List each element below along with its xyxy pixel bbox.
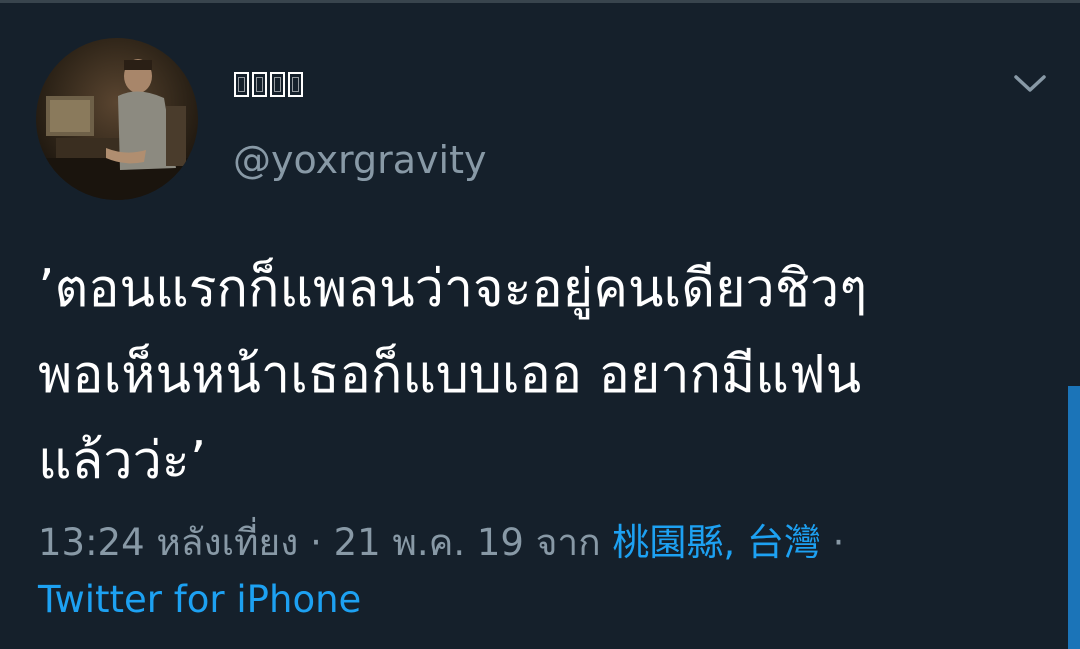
meta-separator-end: ·: [832, 521, 845, 564]
missing-glyph-icon: [234, 71, 249, 97]
display-name[interactable]: [234, 62, 306, 106]
avatar[interactable]: [36, 38, 198, 200]
tweet-source: Twitter for iPhone: [38, 574, 361, 626]
top-divider: [0, 0, 1080, 3]
more-options-button[interactable]: [1008, 66, 1052, 102]
meta-separator: ·: [310, 521, 322, 564]
tweet-detail-view: @yoxrgravity ’ตอนแรกก็แพลนว่าจะอยู่คนเดี…: [0, 0, 1080, 649]
chevron-down-icon: [1014, 75, 1046, 92]
avatar-photo: [36, 38, 198, 200]
from-label: จาก: [535, 521, 601, 564]
tweet-time: 13:24 หลังเที่ยง: [38, 521, 299, 564]
location-link[interactable]: 桃園縣, 台灣: [612, 521, 821, 564]
missing-glyph-icon: [288, 71, 303, 97]
missing-glyph-icon: [270, 71, 285, 97]
source-link[interactable]: Twitter for iPhone: [38, 578, 361, 621]
user-handle[interactable]: @yoxrgravity: [233, 136, 486, 184]
missing-glyph-icon: [252, 71, 267, 97]
tweet-meta: 13:24 หลังเที่ยง · 21 พ.ค. 19 จาก 桃園縣, 台…: [38, 514, 1048, 572]
tweet-date: 21 พ.ค. 19: [333, 521, 524, 564]
scrollbar[interactable]: [1068, 386, 1080, 649]
tweet-text: ’ตอนแรกก็แพลนว่าจะอยู่คนเดียวชิวๆ พอเห็น…: [38, 259, 868, 491]
